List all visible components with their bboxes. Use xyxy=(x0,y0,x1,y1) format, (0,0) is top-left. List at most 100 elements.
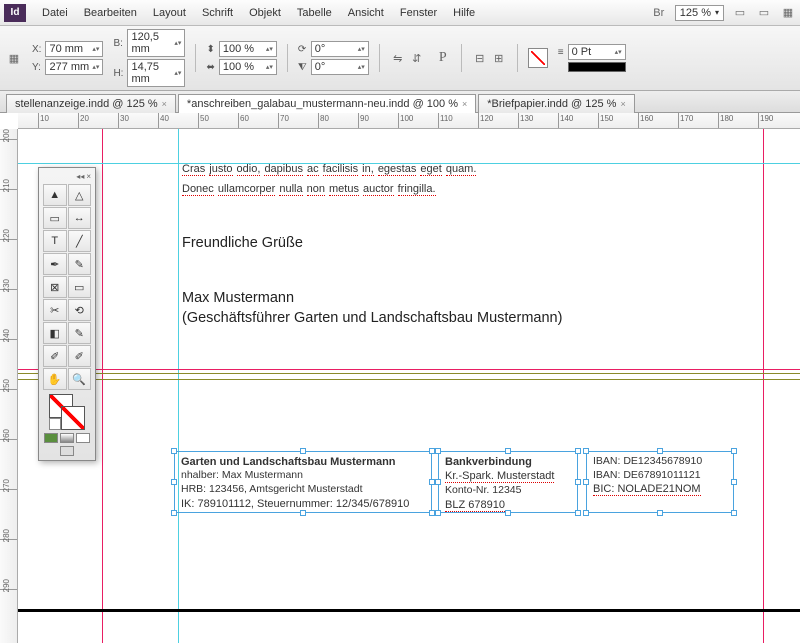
frame-tool[interactable]: ⊠ xyxy=(43,276,67,298)
gradient-tool[interactable]: ◧ xyxy=(43,322,67,344)
bridge-icon[interactable]: Br xyxy=(651,5,667,21)
x-input[interactable]: 70 mm▴▾ xyxy=(45,41,103,57)
stroke-label: ≡ xyxy=(558,47,564,58)
type-tool[interactable]: T xyxy=(43,230,67,252)
apply-color[interactable] xyxy=(44,433,58,443)
menu-objekt[interactable]: Objekt xyxy=(241,5,289,21)
menu-hilfe[interactable]: Hilfe xyxy=(445,5,483,21)
direct-select-tool[interactable]: △ xyxy=(68,184,92,206)
line-tool[interactable]: ╱ xyxy=(68,230,92,252)
menu-tabelle[interactable]: Tabelle xyxy=(289,5,340,21)
text-frame-col3[interactable]: IBAN: DE12345678910 IBAN: DE67891011121 … xyxy=(586,451,734,513)
close-tab-icon[interactable]: × xyxy=(462,99,467,109)
menu-ansicht[interactable]: Ansicht xyxy=(340,5,392,21)
scissors-tool[interactable]: ✂ xyxy=(43,299,67,321)
col2-row: Kr.-Spark. Musterstadt xyxy=(445,470,554,483)
close-tab-icon[interactable]: × xyxy=(162,99,167,109)
guide-vertical[interactable] xyxy=(178,129,179,643)
stroke-input[interactable]: 0 Pt▴▾ xyxy=(568,44,626,60)
arrange-icon[interactable]: ▦ xyxy=(780,5,796,21)
app-logo: Id xyxy=(4,4,26,22)
body-line1: Cras justo odio, dapibus ac facilisis in… xyxy=(182,159,476,179)
flip-h-icon[interactable]: ⇋ xyxy=(390,50,406,66)
ref-point-icon[interactable]: ▦ xyxy=(6,50,22,66)
rotate-input[interactable]: 0°▴▾ xyxy=(311,41,369,57)
workspace: 1020304050607080901001101201301401501601… xyxy=(0,113,800,643)
toolbox[interactable]: ◂◂× ▲△▭↔T╱✒✎⊠▭✂⟲◧✎✐✐✋🔍 xyxy=(38,167,96,461)
eyedropper2-tool[interactable]: ✐ xyxy=(68,345,92,367)
horizontal-ruler[interactable]: 1020304050607080901001101201301401501601… xyxy=(18,113,800,129)
menubar: Id DateiBearbeitenLayoutSchriftObjektTab… xyxy=(0,0,800,26)
pencil-tool[interactable]: ✎ xyxy=(68,253,92,275)
sender-role: (Geschäftsführer Garten und Landschaftsb… xyxy=(182,309,562,329)
canvas[interactable]: Cras justo odio, dapibus ac facilisis in… xyxy=(18,129,800,643)
close-icon[interactable]: × xyxy=(86,172,91,182)
shear-input[interactable]: 0°▴▾ xyxy=(311,59,369,75)
default-fs-icon[interactable] xyxy=(49,418,61,430)
page-tool[interactable]: ▭ xyxy=(43,207,67,229)
menu-fenster[interactable]: Fenster xyxy=(392,5,445,21)
distribute-icon[interactable]: ⊞ xyxy=(491,50,507,66)
x-label: X: xyxy=(32,44,41,55)
align-icon[interactable]: ⊟ xyxy=(472,50,488,66)
y-label: Y: xyxy=(32,62,41,73)
scale-y-input[interactable]: 100 %▴▾ xyxy=(219,59,277,75)
fill-stroke-swatch[interactable] xyxy=(49,394,85,430)
col2-title: Bankverbindung xyxy=(445,455,571,469)
col1-title: Garten und Landschaftsbau Mustermann xyxy=(181,455,425,469)
note-tool[interactable]: ✎ xyxy=(68,322,92,344)
h-label: H: xyxy=(113,68,123,79)
document-tab[interactable]: *anschreiben_galabau_mustermann-neu.indd… xyxy=(178,94,476,113)
guide-vertical[interactable] xyxy=(763,129,764,643)
tab-strip: stellenanzeige.indd @ 125 %×*anschreiben… xyxy=(0,91,800,113)
w-label: B: xyxy=(113,38,123,49)
apply-gradient[interactable] xyxy=(60,433,74,443)
eyedropper-tool[interactable]: ✐ xyxy=(43,345,67,367)
shear-icon: ⧨ xyxy=(298,62,307,73)
char-panel-icon[interactable]: P xyxy=(435,50,451,66)
h-input[interactable]: 14,75 mm▴▾ xyxy=(127,59,185,87)
menu-bearbeiten[interactable]: Bearbeiten xyxy=(76,5,145,21)
transform-tool[interactable]: ⟲ xyxy=(68,299,92,321)
close-tab-icon[interactable]: × xyxy=(620,99,625,109)
view-icon[interactable]: ▭ xyxy=(732,5,748,21)
rect-tool[interactable]: ▭ xyxy=(68,276,92,298)
text-frame-col2[interactable]: Bankverbindung Kr.-Spark. Musterstadt Ko… xyxy=(438,451,578,513)
vertical-ruler[interactable]: 200210220230240250260270280290 xyxy=(0,129,18,643)
zoom-tool[interactable]: 🔍 xyxy=(68,368,92,390)
flip-v-icon[interactable]: ⇵ xyxy=(409,50,425,66)
guide-horizontal[interactable] xyxy=(18,379,800,380)
gap-tool[interactable]: ↔ xyxy=(68,207,92,229)
view-mode[interactable] xyxy=(60,446,74,456)
menu-schrift[interactable]: Schrift xyxy=(194,5,241,21)
guide-horizontal[interactable] xyxy=(18,369,800,370)
col2-row: BLZ 678910 xyxy=(445,499,505,512)
selection-tool[interactable]: ▲ xyxy=(43,184,67,206)
screen-icon[interactable]: ▭ xyxy=(756,5,772,21)
body-line2: Donec ullamcorper nulla non metus auctor… xyxy=(182,179,436,199)
col1-row: nhalber: Max Mustermann xyxy=(181,469,425,483)
scale-y-icon: ⬌ xyxy=(206,62,214,73)
col3-row: IBAN: DE67891011121 xyxy=(593,469,727,483)
col3-row: BIC: NOLADE21NOM xyxy=(593,483,701,496)
collapse-icon[interactable]: ◂◂ xyxy=(76,172,84,182)
menu-layout[interactable]: Layout xyxy=(145,5,194,21)
guide-vertical[interactable] xyxy=(102,129,103,643)
hand-tool[interactable]: ✋ xyxy=(43,368,67,390)
guide-horizontal[interactable] xyxy=(18,373,800,374)
w-input[interactable]: 120,5 mm▴▾ xyxy=(127,29,185,57)
fill-swatch[interactable] xyxy=(528,48,548,68)
document-tab[interactable]: *Briefpapier.indd @ 125 %× xyxy=(478,94,634,113)
menu-datei[interactable]: Datei xyxy=(34,5,76,21)
col1-row: HRB: 123456, Amtsgericht Musterstadt xyxy=(181,483,425,497)
apply-none[interactable] xyxy=(76,433,90,443)
col3-row: IBAN: DE12345678910 xyxy=(593,455,727,469)
scale-x-icon: ⬍ xyxy=(206,44,214,55)
text-frame-col1[interactable]: Garten und Landschaftsbau Mustermann nha… xyxy=(174,451,432,513)
scale-x-input[interactable]: 100 %▴▾ xyxy=(219,41,277,57)
pen-tool[interactable]: ✒ xyxy=(43,253,67,275)
document-tab[interactable]: stellenanzeige.indd @ 125 %× xyxy=(6,94,176,113)
y-input[interactable]: 277 mm▴▾ xyxy=(45,59,103,75)
stroke-style[interactable] xyxy=(568,62,626,72)
zoom-level[interactable]: 125 %▾ xyxy=(675,5,724,21)
